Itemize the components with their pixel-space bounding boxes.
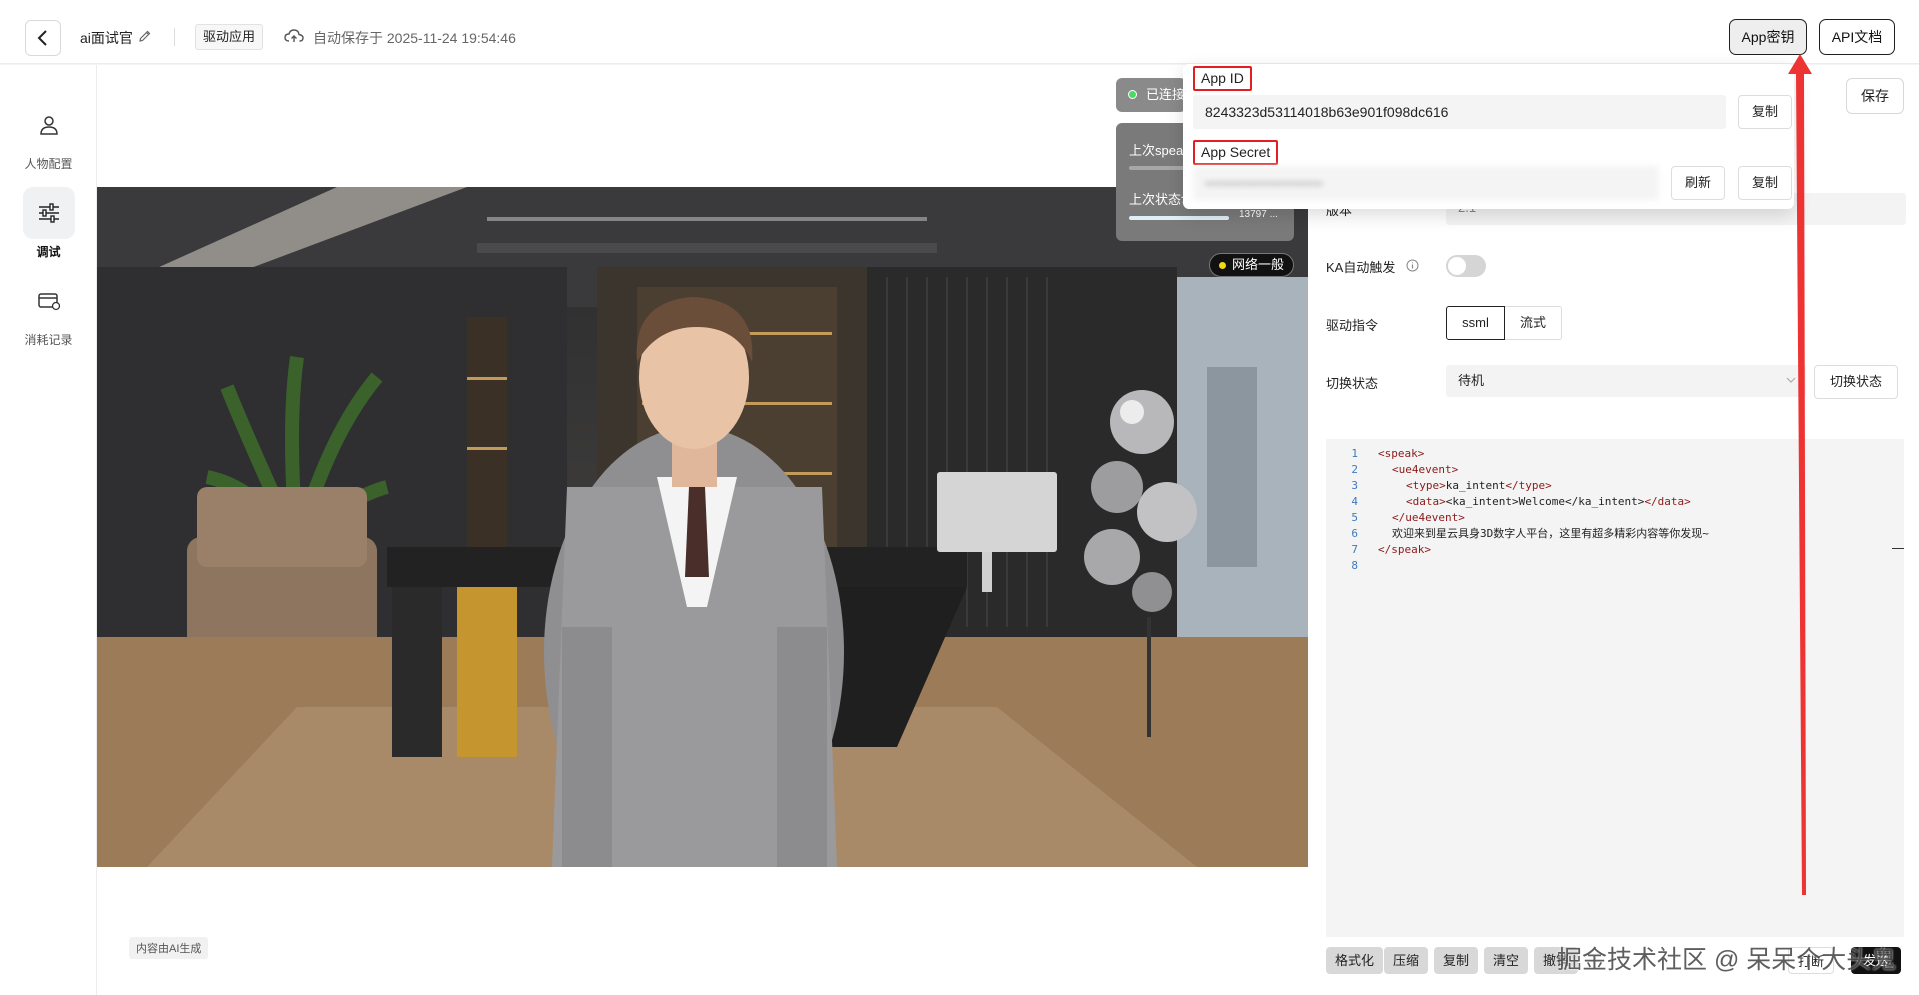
clear-button[interactable]: 清空 bbox=[1484, 947, 1529, 974]
editor-cursor bbox=[1892, 548, 1904, 549]
sidebar-item-label: 消耗记录 bbox=[24, 333, 73, 347]
code-tag: </speak> bbox=[1378, 543, 1431, 556]
watermark: 掘金技术社区 @ 呆呆个大头鬼 bbox=[1557, 946, 1897, 974]
annotation-arrow-icon bbox=[1788, 54, 1812, 895]
refresh-secret-button[interactable]: 刷新 bbox=[1671, 166, 1725, 200]
ai-generated-note: 内容由AI生成 bbox=[129, 937, 209, 959]
code-text: 欢迎来到星云具身3D数字人平台，这里有超多精彩内容等你发现~ bbox=[1392, 527, 1709, 540]
code-tag: <ue4event> bbox=[1392, 463, 1459, 476]
line-number: 5 bbox=[1351, 511, 1358, 524]
line-number: 8 bbox=[1351, 559, 1358, 572]
code-line: 6 欢迎来到星云具身3D数字人平台，这里有超多精彩内容等你发现~ bbox=[1326, 526, 1709, 542]
code-close-tag: </type> bbox=[1505, 479, 1552, 492]
line-number: 2 bbox=[1351, 463, 1358, 476]
sidebar-icon-wrap bbox=[23, 275, 75, 327]
sidebar-icon-wrap bbox=[22, 187, 75, 239]
state-select-value: 待机 bbox=[1458, 373, 1485, 388]
edit-icon[interactable] bbox=[138, 29, 152, 43]
ka-auto-trigger-toggle[interactable] bbox=[1446, 255, 1486, 277]
sidebar-item-consumption[interactable]: 消耗记录 bbox=[0, 275, 97, 348]
code-line: 2 <ue4event> bbox=[1326, 462, 1458, 478]
code-tag: <data> bbox=[1406, 495, 1446, 508]
sidebar-item-label: 调试 bbox=[36, 245, 61, 259]
mode-ssml-button[interactable]: ssml bbox=[1446, 306, 1505, 340]
network-status-badge: 网络一般 bbox=[1209, 253, 1295, 277]
network-status-text: 网络一般 bbox=[1232, 257, 1285, 272]
cloud-icon bbox=[284, 29, 304, 42]
network-dot bbox=[1219, 262, 1226, 269]
format-button[interactable]: 格式化 bbox=[1326, 947, 1384, 974]
sidebar-item-label: 人物配置 bbox=[24, 157, 73, 171]
code-line: 7 </speak> bbox=[1326, 542, 1431, 558]
line-number: 3 bbox=[1351, 479, 1358, 492]
compress-button[interactable]: 压缩 bbox=[1384, 947, 1429, 974]
status-dot bbox=[1128, 90, 1137, 99]
code-tag: <type> bbox=[1406, 479, 1446, 492]
chevron-left-icon bbox=[37, 30, 47, 46]
card-icon bbox=[37, 293, 60, 311]
line-number: 4 bbox=[1351, 495, 1358, 508]
top-bar: ai面试官 驱动应用 自动保存于 2025-11-24 19:54:46 App… bbox=[0, 0, 1919, 64]
api-docs-button[interactable]: API文档 bbox=[1819, 19, 1895, 55]
code-line: 5 </ue4event> bbox=[1326, 510, 1465, 526]
line-number: 1 bbox=[1351, 447, 1358, 460]
drive-command-label: 驱动指令 bbox=[1326, 318, 1379, 333]
left-sidebar: 人物配置 调试 消耗记录 bbox=[0, 65, 97, 995]
line-number: 7 bbox=[1351, 543, 1358, 556]
code-text: <ka_intent>Welcome</ka_intent> bbox=[1445, 495, 1645, 508]
copy-code-button[interactable]: 复制 bbox=[1434, 947, 1479, 974]
person-icon bbox=[39, 116, 58, 135]
sidebar-item-debug[interactable]: 调试 bbox=[0, 187, 97, 260]
line-number: 6 bbox=[1351, 527, 1358, 540]
connection-status-text: 已连接 bbox=[1146, 87, 1186, 102]
code-line: 8 bbox=[1326, 558, 1378, 574]
toggle-knob bbox=[1448, 257, 1466, 275]
info-icon[interactable] bbox=[1406, 259, 1419, 272]
connection-status: 已连接 bbox=[1116, 78, 1186, 112]
app-secret-label: App Secret bbox=[1193, 140, 1279, 165]
sidebar-item-character-config[interactable]: 人物配置 bbox=[0, 99, 97, 172]
app-id-field[interactable]: 8243323d53114018b63e901f098dc616 bbox=[1193, 95, 1726, 129]
state-latency-value: 13797 ... bbox=[1239, 209, 1278, 220]
switch-state-label: 切换状态 bbox=[1326, 376, 1379, 391]
state-select[interactable]: 待机 bbox=[1446, 365, 1806, 397]
save-button[interactable]: 保存 bbox=[1846, 78, 1904, 114]
back-button[interactable] bbox=[25, 20, 61, 56]
sidebar-icon-wrap bbox=[23, 99, 75, 151]
code-close-tag: </data> bbox=[1644, 495, 1691, 508]
code-line: 1 <speak> bbox=[1326, 446, 1424, 462]
divider bbox=[174, 28, 175, 46]
code-tag: <speak> bbox=[1378, 447, 1425, 460]
code-line: 3 <type>ka_intent</type> bbox=[1326, 478, 1552, 494]
app-id-label: App ID bbox=[1193, 66, 1252, 91]
app-name: ai面试官 bbox=[80, 30, 133, 46]
code-tag: </ue4event> bbox=[1392, 511, 1465, 524]
ka-auto-trigger-label: KA自动触发 bbox=[1326, 260, 1396, 275]
code-text: ka_intent bbox=[1445, 479, 1506, 492]
digital-human-scene[interactable] bbox=[97, 187, 1308, 867]
mode-stream-button[interactable]: 流式 bbox=[1505, 306, 1562, 340]
sliders-icon bbox=[38, 203, 59, 223]
office-scene-illustration bbox=[97, 187, 1308, 867]
drive-app-tab[interactable]: 驱动应用 bbox=[195, 24, 264, 50]
app-secret-field[interactable]: •••••••••••••••••••••••• bbox=[1193, 166, 1659, 200]
state-latency-bar bbox=[1129, 216, 1229, 220]
code-line: 4 <data><ka_intent>Welcome</ka_intent></d… bbox=[1326, 494, 1691, 510]
switch-state-button[interactable]: 切换状态 bbox=[1814, 365, 1898, 399]
preview-stage: 已连接 上次speak耗时 上次状态切换耗时 13797 ... 网络一般 内容… bbox=[97, 65, 1308, 995]
autosave-status: 自动保存于 2025-11-24 19:54:46 bbox=[313, 30, 516, 46]
